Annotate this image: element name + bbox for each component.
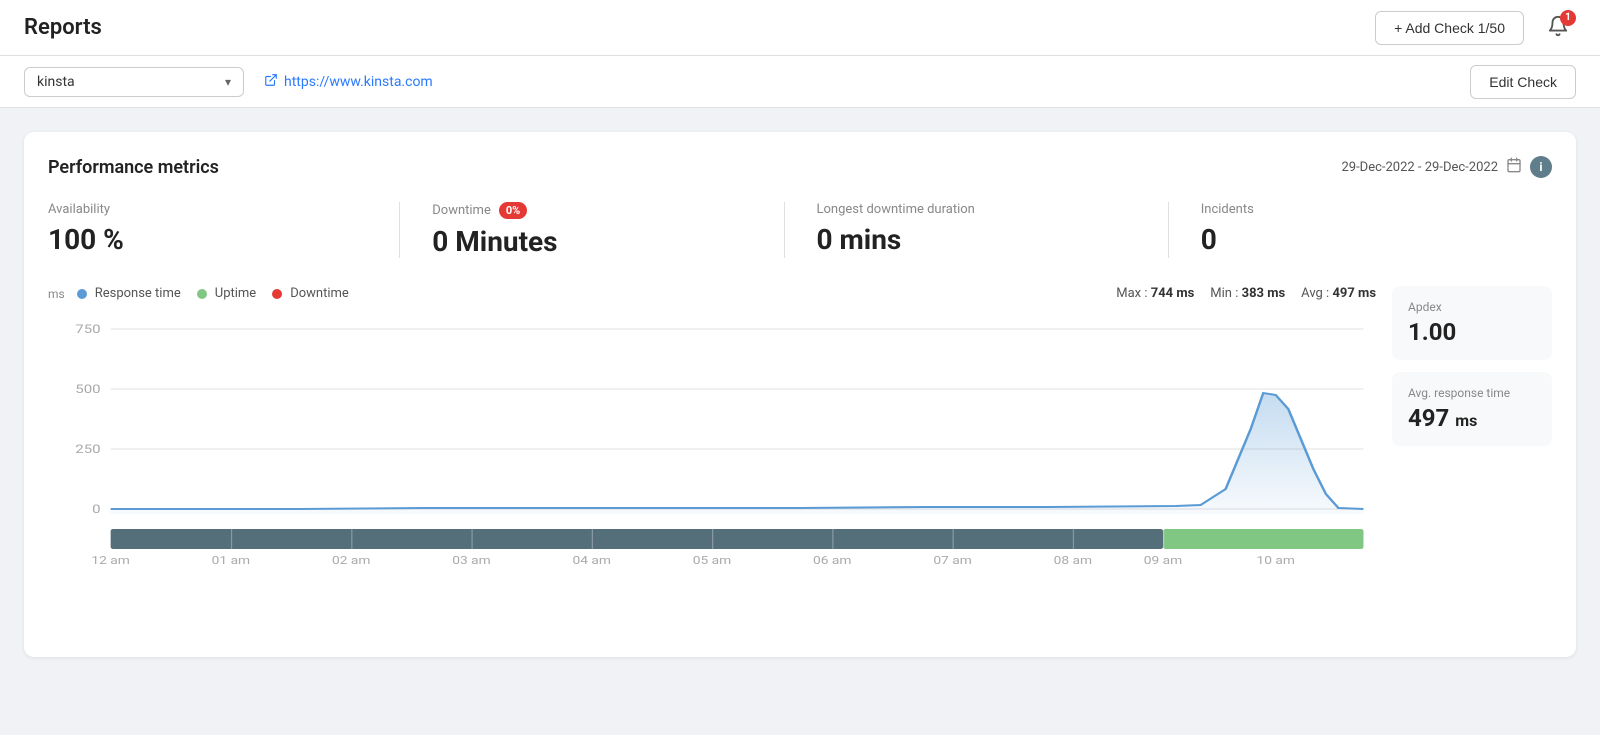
legend-uptime: Uptime xyxy=(215,286,256,301)
metrics-card: Performance metrics 29-Dec-2022 - 29-Dec… xyxy=(24,132,1576,657)
max-stat: Max : 744 ms xyxy=(1116,286,1194,301)
y-axis-label: ms xyxy=(48,287,65,301)
svg-text:750: 750 xyxy=(75,322,100,336)
sub-header: kinsta ▾ https://www.kinsta.com Edit Che… xyxy=(0,56,1600,108)
svg-text:0: 0 xyxy=(92,502,100,516)
legend-downtime: Downtime xyxy=(290,286,349,301)
uptime-dot xyxy=(197,289,207,299)
svg-text:08 am: 08 am xyxy=(1054,554,1093,567)
availability-label: Availability xyxy=(48,202,367,217)
info-icon[interactable]: i xyxy=(1530,156,1552,178)
downtime-badge: 0% xyxy=(499,202,527,219)
chart-stats: Max : 744 ms Min : 383 ms Avg : 497 ms xyxy=(1116,286,1376,301)
svg-text:500: 500 xyxy=(75,382,100,396)
downtime-value: 0 Minutes xyxy=(432,225,751,258)
page-title: Reports xyxy=(24,15,102,40)
chart-svg: 750 500 250 0 xyxy=(48,309,1376,629)
edit-check-button[interactable]: Edit Check xyxy=(1470,65,1576,99)
svg-text:12 am: 12 am xyxy=(91,554,130,567)
top-header: Reports + Add Check 1/50 1 xyxy=(0,0,1600,56)
avg-response-value: 497 ms xyxy=(1408,404,1536,432)
main-content: Performance metrics 29-Dec-2022 - 29-Dec… xyxy=(0,108,1600,681)
chart-container: ms Response time Uptime Downtime Max : xyxy=(48,286,1552,633)
incidents-label: Incidents xyxy=(1201,202,1520,217)
svg-text:02 am: 02 am xyxy=(332,554,371,567)
availability-stat: Availability 100 % xyxy=(48,202,400,258)
apdex-panel: Apdex 1.00 xyxy=(1392,286,1552,360)
notification-bell[interactable]: 1 xyxy=(1540,10,1576,46)
svg-text:250: 250 xyxy=(75,442,100,456)
sub-header-left: kinsta ▾ https://www.kinsta.com xyxy=(24,67,433,97)
add-check-button[interactable]: + Add Check 1/50 xyxy=(1375,11,1524,45)
downtime-stat: Downtime 0% 0 Minutes xyxy=(400,202,784,258)
availability-value: 100 % xyxy=(48,223,367,256)
apdex-value: 1.00 xyxy=(1408,318,1536,346)
chart-side: Apdex 1.00 Avg. response time 497 ms xyxy=(1392,286,1552,633)
apdex-label: Apdex xyxy=(1408,300,1536,314)
avg-stat: Avg : 497 ms xyxy=(1301,286,1376,301)
ms-unit: ms xyxy=(1455,411,1477,430)
svg-text:06 am: 06 am xyxy=(813,554,852,567)
legend-items: Response time Uptime Downtime xyxy=(77,286,361,301)
chart-legend-row: ms Response time Uptime Downtime Max : xyxy=(48,286,1376,301)
incidents-stat: Incidents 0 xyxy=(1169,202,1552,258)
stats-row: Availability 100 % Downtime 0% 0 Minutes… xyxy=(48,202,1552,258)
incidents-value: 0 xyxy=(1201,223,1520,256)
site-selector[interactable]: kinsta ▾ xyxy=(24,67,244,97)
site-selector-text: kinsta xyxy=(37,74,75,90)
svg-text:01 am: 01 am xyxy=(212,554,251,567)
min-stat: Min : 383 ms xyxy=(1210,286,1285,301)
response-time-dot xyxy=(77,289,87,299)
svg-text:09 am: 09 am xyxy=(1144,554,1183,567)
svg-text:10 am: 10 am xyxy=(1257,554,1296,567)
chart-svg-wrapper: 750 500 250 0 xyxy=(48,309,1376,633)
avg-response-panel: Avg. response time 497 ms xyxy=(1392,372,1552,446)
calendar-icon[interactable] xyxy=(1506,157,1522,177)
longest-downtime-value: 0 mins xyxy=(817,223,1136,256)
svg-text:07 am: 07 am xyxy=(933,554,972,567)
svg-text:03 am: 03 am xyxy=(452,554,491,567)
site-url-text: https://www.kinsta.com xyxy=(284,74,433,90)
longest-downtime-stat: Longest downtime duration 0 mins xyxy=(785,202,1169,258)
card-title: Performance metrics xyxy=(48,157,219,178)
svg-text:05 am: 05 am xyxy=(693,554,732,567)
notification-badge: 1 xyxy=(1560,10,1576,26)
svg-text:04 am: 04 am xyxy=(573,554,612,567)
site-url-link[interactable]: https://www.kinsta.com xyxy=(264,73,433,91)
downtime-dot xyxy=(272,289,282,299)
avg-response-label: Avg. response time xyxy=(1408,386,1536,400)
external-link-icon xyxy=(264,73,278,91)
downtime-label: Downtime 0% xyxy=(432,202,751,219)
chevron-down-icon: ▾ xyxy=(225,75,231,89)
longest-downtime-label: Longest downtime duration xyxy=(817,202,1136,217)
chart-main: ms Response time Uptime Downtime Max : xyxy=(48,286,1376,633)
header-actions: + Add Check 1/50 1 xyxy=(1375,10,1576,46)
date-range: 29-Dec-2022 - 29-Dec-2022 i xyxy=(1341,156,1552,178)
date-range-text: 29-Dec-2022 - 29-Dec-2022 xyxy=(1341,160,1498,175)
card-header: Performance metrics 29-Dec-2022 - 29-Dec… xyxy=(48,156,1552,178)
legend-response-time: Response time xyxy=(95,286,181,301)
